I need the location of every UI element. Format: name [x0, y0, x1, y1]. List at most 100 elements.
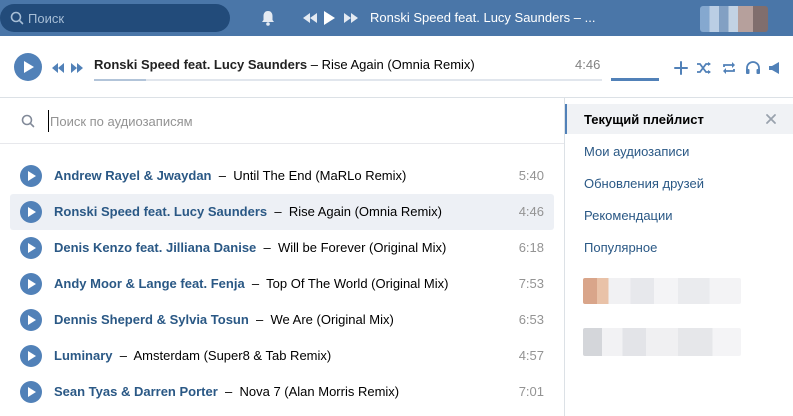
track-artist[interactable]: Luminary: [54, 348, 113, 363]
track-play-button[interactable]: [20, 165, 42, 187]
topbar-next-icon[interactable]: [342, 9, 360, 27]
track-artist[interactable]: Ronski Speed feat. Lucy Saunders: [54, 204, 267, 219]
track-artist[interactable]: Andy Moor & Lange feat. Fenja: [54, 276, 245, 291]
track-separator: –: [218, 168, 226, 183]
player-artist[interactable]: Ronski Speed feat. Lucy Saunders: [94, 57, 307, 72]
shuffle-icon[interactable]: [695, 60, 713, 76]
track-separator: –: [274, 204, 282, 219]
sidebar-item-recommendations[interactable]: Рекомендации: [565, 200, 793, 230]
track-artist[interactable]: Andrew Rayel & Jwaydan: [54, 168, 212, 183]
play-icon: [28, 279, 36, 289]
close-icon[interactable]: [765, 113, 777, 125]
track-name: Ronski Speed feat. Lucy Saunders – Rise …: [54, 204, 442, 219]
track-row[interactable]: Dennis Sheperd & Sylvia Tosun – We Are (…: [10, 302, 554, 338]
sidebar-item-label: Рекомендации: [584, 208, 673, 223]
track-name: Luminary – Amsterdam (Super8 & Tab Remix…: [54, 348, 331, 363]
track-play-button[interactable]: [20, 345, 42, 367]
add-icon[interactable]: [672, 60, 690, 76]
play-icon: [28, 315, 36, 325]
topbar-now-playing[interactable]: Ronski Speed feat. Lucy Saunders – ...: [370, 10, 595, 28]
buffer-bar: [94, 79, 146, 81]
track-artist[interactable]: Denis Kenzo feat. Jilliana Danise: [54, 240, 256, 255]
track-name: Andrew Rayel & Jwaydan – Until The End (…: [54, 168, 406, 183]
search-icon: [21, 114, 35, 128]
bell-icon[interactable]: [258, 8, 278, 28]
track-play-button[interactable]: [20, 237, 42, 259]
play-icon: [24, 61, 34, 73]
audio-list-panel: Andrew Rayel & Jwaydan – Until The End (…: [0, 98, 565, 416]
track-name: Andy Moor & Lange feat. Fenja – Top Of T…: [54, 276, 448, 291]
track-play-button[interactable]: [20, 201, 42, 223]
track-separator: –: [263, 240, 271, 255]
track-name: Dennis Sheperd & Sylvia Tosun – We Are (…: [54, 312, 394, 327]
track-title: We Are (Original Mix): [270, 312, 394, 327]
track-play-button[interactable]: [20, 309, 42, 331]
track-title: Nova 7 (Alan Morris Remix): [239, 384, 400, 399]
track-duration: 4:57: [518, 348, 544, 363]
headphones-icon[interactable]: [744, 60, 762, 76]
play-icon: [28, 387, 36, 397]
sidebar-item-friends-updates[interactable]: Обновления друзей: [565, 168, 793, 198]
user-avatar[interactable]: [700, 6, 768, 32]
track-duration: 6:18: [518, 240, 544, 255]
track-name: Sean Tyas & Darren Porter – Nova 7 (Alan…: [54, 384, 399, 399]
track-duration: 4:46: [518, 204, 544, 219]
sidebar-item-popular[interactable]: Популярное: [565, 232, 793, 262]
track-row[interactable]: Ronski Speed feat. Lucy Saunders – Rise …: [10, 194, 554, 230]
track-name: Denis Kenzo feat. Jilliana Danise – Will…: [54, 240, 446, 255]
search-icon: [10, 11, 24, 25]
track-row[interactable]: Luminary – Amsterdam (Super8 & Tab Remix…: [10, 338, 554, 374]
global-search-input[interactable]: [28, 8, 218, 28]
track-separator: –: [119, 348, 127, 363]
track-row[interactable]: Sean Tyas & Darren Porter – Nova 7 (Alan…: [10, 374, 554, 410]
track-artist[interactable]: Sean Tyas & Darren Porter: [54, 384, 218, 399]
track-title: Top Of The World (Original Mix): [266, 276, 449, 291]
player-track-title: Ronski Speed feat. Lucy Saunders – Rise …: [94, 57, 564, 72]
track-title: Will be Forever (Original Mix): [278, 240, 447, 255]
progress-bar[interactable]: [94, 79, 602, 81]
play-icon: [28, 207, 36, 217]
global-search[interactable]: [0, 4, 230, 32]
player-separator: –: [307, 57, 322, 72]
track-duration: 6:53: [518, 312, 544, 327]
broadcast-icon[interactable]: [766, 60, 784, 76]
top-bar: Ronski Speed feat. Lucy Saunders – ...: [0, 0, 793, 36]
track-list: Andrew Rayel & Jwaydan – Until The End (…: [10, 158, 554, 410]
previous-track-icon[interactable]: [51, 62, 65, 74]
repeat-icon[interactable]: [720, 60, 738, 76]
track-row[interactable]: Denis Kenzo feat. Jilliana Danise – Will…: [10, 230, 554, 266]
track-row[interactable]: Andrew Rayel & Jwaydan – Until The End (…: [10, 158, 554, 194]
track-duration: 7:53: [518, 276, 544, 291]
track-duration: 5:40: [518, 168, 544, 183]
sidebar-item-label: Мои аудиозаписи: [584, 144, 690, 159]
audio-player: Ronski Speed feat. Lucy Saunders – Rise …: [0, 36, 793, 98]
blurred-friend-item[interactable]: [583, 328, 741, 356]
play-icon: [28, 351, 36, 361]
track-play-button[interactable]: [20, 273, 42, 295]
sidebar-item-label: Популярное: [584, 240, 658, 255]
track-play-button[interactable]: [20, 381, 42, 403]
sidebar-item-label: Текущий плейлист: [584, 112, 704, 127]
audio-search: [0, 98, 564, 144]
sidebar-item-current-playlist[interactable]: Текущий плейлист: [565, 104, 793, 134]
sidebar-item-label: Обновления друзей: [584, 176, 704, 191]
track-artist[interactable]: Dennis Sheperd & Sylvia Tosun: [54, 312, 249, 327]
sidebar-item-my-audio[interactable]: Мои аудиозаписи: [565, 136, 793, 166]
blurred-friend-item[interactable]: [583, 278, 741, 304]
track-separator: –: [225, 384, 233, 399]
playlist-sidebar: Текущий плейлист Мои аудиозаписи Обновле…: [565, 98, 793, 416]
topbar-play-icon[interactable]: [320, 9, 338, 27]
volume-slider[interactable]: [611, 78, 659, 81]
track-row[interactable]: Andy Moor & Lange feat. Fenja – Top Of T…: [10, 266, 554, 302]
track-separator: –: [256, 312, 264, 327]
play-button[interactable]: [14, 53, 42, 81]
player-duration[interactable]: 4:46: [575, 57, 600, 72]
audio-search-input[interactable]: [48, 110, 548, 132]
next-track-icon[interactable]: [70, 62, 84, 74]
track-title: Until The End (MaRLo Remix): [233, 168, 407, 183]
topbar-prev-icon[interactable]: [301, 9, 319, 27]
play-icon: [28, 171, 36, 181]
track-separator: –: [251, 276, 260, 291]
play-icon: [28, 243, 36, 253]
track-title: Amsterdam (Super8 & Tab Remix): [133, 348, 332, 363]
